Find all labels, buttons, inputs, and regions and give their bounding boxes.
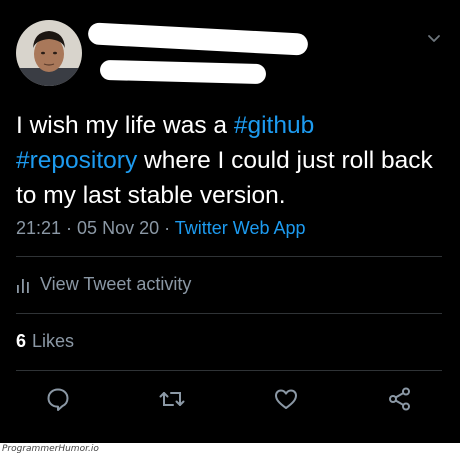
likes-label: Likes bbox=[32, 331, 75, 351]
divider bbox=[16, 256, 442, 257]
hashtag-repository[interactable]: #repository bbox=[16, 147, 137, 174]
view-tweet-activity-link[interactable]: View Tweet activity bbox=[16, 274, 191, 295]
watermark: ProgrammerHumor.io bbox=[2, 444, 99, 454]
tweet-date[interactable]: 05 Nov 20 bbox=[77, 218, 159, 238]
redacted-username bbox=[99, 59, 267, 85]
divider bbox=[16, 313, 442, 314]
action-bar bbox=[0, 384, 460, 416]
avatar-photo bbox=[16, 20, 82, 86]
meta-separator: · bbox=[61, 218, 78, 238]
tweet-card: I wish my life was a #github #repository… bbox=[0, 0, 460, 443]
likes-count: 6 bbox=[16, 331, 27, 351]
reply-icon bbox=[47, 388, 69, 411]
tweet-meta: 21:21 · 05 Nov 20 · Twitter Web App bbox=[16, 218, 306, 239]
share-icon bbox=[389, 387, 410, 411]
reply-button[interactable] bbox=[43, 384, 73, 414]
tweet-source-app[interactable]: Twitter Web App bbox=[175, 218, 306, 238]
avatar[interactable] bbox=[16, 20, 82, 86]
tweet-time[interactable]: 21:21 bbox=[16, 218, 61, 238]
likes-link[interactable]: 6 Likes bbox=[16, 331, 74, 352]
hashtag-github[interactable]: #github bbox=[234, 112, 314, 139]
share-button[interactable] bbox=[385, 384, 415, 414]
like-button[interactable] bbox=[271, 384, 301, 414]
redacted-display-name bbox=[87, 22, 309, 56]
divider bbox=[16, 370, 442, 371]
chevron-down-icon[interactable] bbox=[424, 28, 444, 48]
retweet-button[interactable] bbox=[157, 384, 187, 414]
retweet-icon bbox=[159, 392, 185, 406]
view-tweet-activity-label: View Tweet activity bbox=[40, 274, 192, 294]
meta-separator: · bbox=[159, 218, 175, 238]
bar-chart-icon bbox=[17, 278, 29, 293]
tweet-text: I wish my life was a #github #repository… bbox=[16, 108, 441, 213]
like-icon bbox=[275, 389, 297, 409]
watermark-strip: ProgrammerHumor.io bbox=[0, 443, 474, 455]
tweet-text-part: I wish my life was a bbox=[16, 112, 234, 139]
